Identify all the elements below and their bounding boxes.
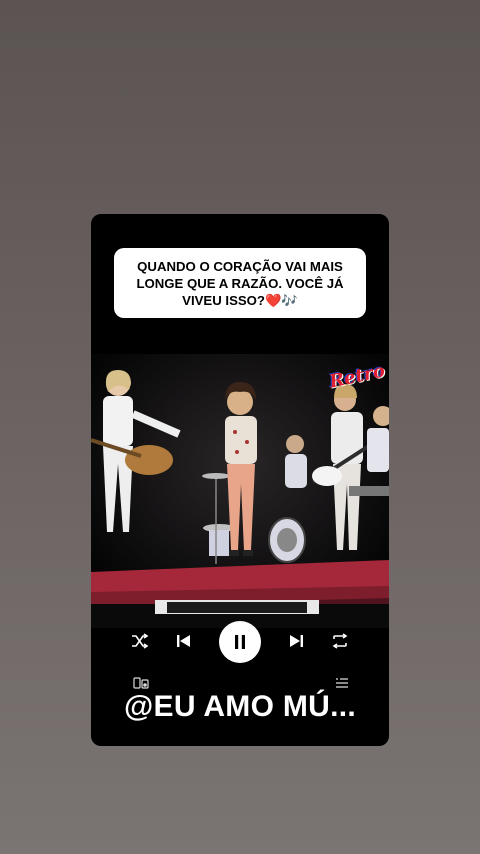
previous-icon [177, 635, 190, 647]
queue-icon [336, 678, 348, 688]
repeat-icon [332, 633, 348, 649]
shuffle-button[interactable] [125, 626, 155, 656]
stage-scene [91, 354, 389, 628]
repeat-button[interactable] [325, 626, 355, 656]
devices-icon [133, 677, 149, 689]
next-button[interactable] [282, 626, 312, 656]
player-controls [91, 618, 389, 672]
caption-box: QUANDO O CORAÇÃO VAI MAIS LONGE QUE A RA… [114, 248, 366, 318]
music-card: QUANDO O CORAÇÃO VAI MAIS LONGE QUE A RA… [91, 214, 389, 746]
video-frame[interactable]: Retro [91, 354, 389, 628]
story-screen: { "post": { "caption": "QUANDO O CORAÇÃO… [0, 0, 480, 854]
devices-button[interactable] [133, 676, 149, 690]
caption-text: QUANDO O CORAÇÃO VAI MAIS LONGE QUE A RA… [136, 258, 344, 308]
account-handle: @EU AMO MÚ... [123, 690, 357, 723]
next-icon [290, 635, 303, 647]
shuffle-icon [132, 633, 149, 649]
previous-button[interactable] [168, 626, 198, 656]
pause-button[interactable] [219, 621, 261, 663]
pause-icon [235, 635, 245, 649]
queue-button[interactable] [335, 676, 351, 690]
